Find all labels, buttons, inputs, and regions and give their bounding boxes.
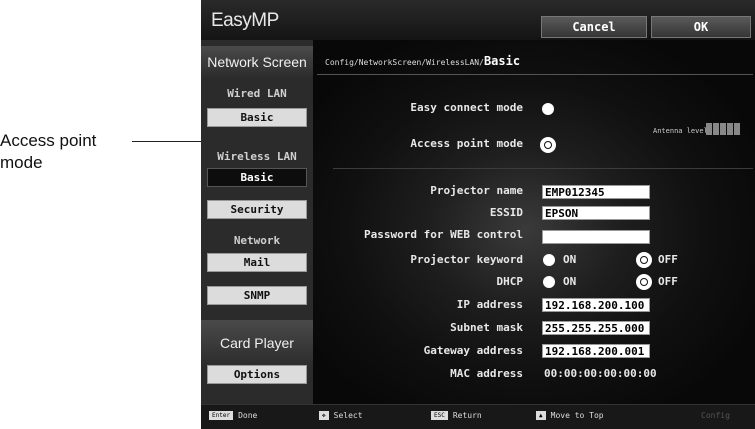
hint-config: Config [701,411,730,420]
move-to-top-icon: ▲ [536,411,546,420]
sidebar-item-security[interactable]: Security [207,200,307,219]
antenna-level-label: Antenna level [653,127,708,135]
subnet-mask-field[interactable]: 255.255.255.000 [542,321,650,335]
mac-address-label: MAC address [450,367,523,380]
hint-select: ✥ Select [319,411,363,420]
dhcp-label: DHCP [496,275,524,288]
breadcrumb-current: Basic [483,54,521,68]
cancel-button[interactable]: Cancel [541,16,647,38]
top-bar: EasyMP Cancel OK [201,0,755,40]
hint-done: Enter Done [209,411,257,420]
sidebar-group-wired-lan: Wired LAN [227,87,287,100]
enter-key-icon: Enter [209,411,234,420]
sidebar-item-options[interactable]: Options [207,365,307,384]
hint-config-label: Config [701,411,730,420]
breadcrumb-divider [317,74,753,75]
sidebar-item-snmp[interactable]: SNMP [207,286,307,305]
ip-address-label: IP address [456,298,523,311]
callout-line1: Access point [0,131,97,150]
breadcrumb: Config/NetworkScreen/WirelessLAN/Basic [325,54,520,68]
keyword-on-label: ON [563,253,577,266]
ok-button[interactable]: OK [651,16,751,38]
subnet-mask-label: Subnet mask [450,321,523,334]
hint-return: ESC Return [431,411,482,420]
sidebar-group-network: Network [233,234,281,247]
projector-name-field[interactable]: EMP012345 [542,185,650,199]
hint-move-to-top-label: Move to Top [550,411,604,420]
hint-done-label: Done [238,411,258,420]
essid-field[interactable]: EPSON [542,206,650,220]
esc-key-icon: ESC [431,411,448,420]
gateway-address-field[interactable]: 192.168.200.001 [542,344,650,358]
sidebar-group-wireless-lan: Wireless LAN [217,150,297,163]
password-label: Password for WEB control [364,228,523,241]
projector-keyword-label: Projector keyword [410,253,523,266]
callout-line2: mode [0,153,43,172]
ip-address-field[interactable]: 192.168.200.100 [542,298,650,312]
access-point-radio[interactable] [541,138,555,152]
dhcp-off-radio[interactable] [637,275,651,289]
easy-connect-radio[interactable] [542,103,554,115]
hint-select-label: Select [333,411,363,420]
arrow-keys-icon: ✥ [319,411,329,420]
sidebar: Network Screen Wired LAN Basic Wireless … [201,40,313,404]
sidebar-item-mail[interactable]: Mail [207,253,307,272]
gateway-address-label: Gateway address [423,344,523,357]
breadcrumb-path: Config/NetworkScreen/WirelessLAN/ [325,58,484,67]
app-logo: EasyMP [211,10,279,31]
projector-name-label: Projector name [430,184,523,197]
projector-config-screen: EasyMP Cancel OK Network Screen Wired LA… [201,0,755,429]
antenna-level-icon [706,123,740,135]
keyword-on-radio[interactable] [543,254,555,266]
mac-address-value: 00:00:00:00:00:00 [544,367,657,380]
dhcp-on-label: ON [563,275,577,288]
callout-label: Access point mode [0,130,96,174]
easy-connect-label: Easy connect mode [410,101,523,114]
main-panel: Config/NetworkScreen/WirelessLAN/Basic E… [313,40,755,404]
keyword-off-radio[interactable] [637,253,651,267]
dhcp-off-label: OFF [658,275,678,288]
section-divider [333,168,753,169]
essid-label: ESSID [489,206,523,219]
bottom-hint-bar: Enter Done ✥ Select ESC Return ▲ Move to Top… [201,404,755,429]
access-point-label: Access point mode [410,137,523,150]
dhcp-on-radio[interactable] [543,276,555,288]
sidebar-card-player[interactable]: Card Player [201,320,313,366]
password-field[interactable] [542,230,650,244]
hint-move-to-top: ▲ Move to Top [536,411,604,420]
sidebar-item-wireless-basic[interactable]: Basic [207,168,307,187]
keyword-off-label: OFF [658,253,678,266]
sidebar-item-wired-basic[interactable]: Basic [207,108,307,127]
hint-return-label: Return [452,411,482,420]
sidebar-network-screen[interactable]: Network Screen [201,46,313,78]
